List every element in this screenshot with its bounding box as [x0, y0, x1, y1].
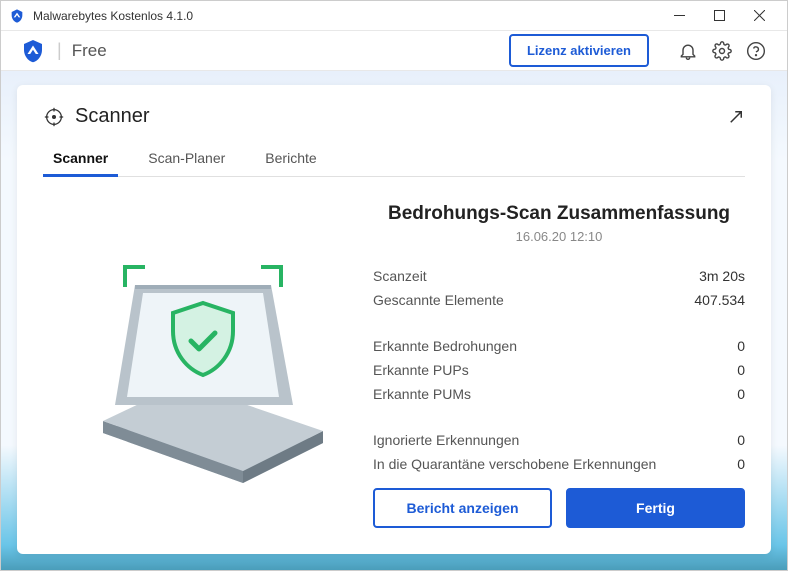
- stat-value: 0: [737, 386, 745, 402]
- stat-value: 0: [737, 432, 745, 448]
- summary-date: 16.06.20 12:10: [373, 229, 745, 244]
- stats-group-1: Scanzeit 3m 20s Gescannte Elemente 407.5…: [373, 264, 745, 312]
- stat-value: 0: [737, 362, 745, 378]
- card-content: Bedrohungs-Scan Zusammenfassung 16.06.20…: [43, 197, 745, 528]
- card-header: Scanner: [43, 105, 745, 128]
- tabs: Scanner Scan-Planer Berichte: [43, 142, 745, 177]
- stat-label: In die Quarantäne verschobene Erkennunge…: [373, 456, 656, 472]
- logo-icon: [21, 39, 45, 63]
- maximize-button[interactable]: [699, 1, 739, 31]
- settings-button[interactable]: [711, 40, 733, 62]
- tab-scan-planer[interactable]: Scan-Planer: [142, 142, 231, 176]
- scanner-card: Scanner Scanner Scan-Planer Berichte: [17, 85, 771, 554]
- app-icon: [9, 8, 25, 24]
- laptop-illustration: [43, 197, 343, 528]
- close-icon: [754, 10, 765, 21]
- header: | Free Lizenz aktivieren: [1, 31, 787, 71]
- stat-label: Erkannte PUPs: [373, 362, 469, 378]
- stat-value: 407.534: [694, 292, 745, 308]
- show-report-button[interactable]: Bericht anzeigen: [373, 488, 552, 528]
- stat-row-scanned-items: Gescannte Elemente 407.534: [373, 288, 745, 312]
- stat-row-pums: Erkannte PUMs 0: [373, 382, 745, 406]
- stat-label: Gescannte Elemente: [373, 292, 504, 308]
- stat-value: 0: [737, 338, 745, 354]
- maximize-icon: [714, 10, 725, 21]
- header-separator: |: [57, 40, 62, 61]
- action-buttons: Bericht anzeigen Fertig: [373, 488, 745, 528]
- stat-row-scantime: Scanzeit 3m 20s: [373, 264, 745, 288]
- card-title: Scanner: [75, 105, 727, 128]
- help-button[interactable]: [745, 40, 767, 62]
- minimize-icon: [674, 10, 685, 21]
- done-button[interactable]: Fertig: [566, 488, 745, 528]
- header-title: Free: [72, 41, 509, 61]
- stats-group-3: Ignorierte Erkennungen 0 In die Quarantä…: [373, 428, 745, 476]
- stat-value: 3m 20s: [699, 268, 745, 284]
- stat-label: Ignorierte Erkennungen: [373, 432, 519, 448]
- background-area: Scanner Scanner Scan-Planer Berichte: [1, 71, 787, 570]
- close-button[interactable]: [739, 1, 779, 31]
- stat-label: Erkannte PUMs: [373, 386, 471, 402]
- stat-row-ignored: Ignorierte Erkennungen 0: [373, 428, 745, 452]
- tab-berichte[interactable]: Berichte: [259, 142, 322, 176]
- stat-value: 0: [737, 456, 745, 472]
- titlebar-text: Malwarebytes Kostenlos 4.1.0: [33, 9, 659, 23]
- help-icon: [746, 41, 766, 61]
- notifications-button[interactable]: [677, 40, 699, 62]
- stat-label: Scanzeit: [373, 268, 427, 284]
- scanner-icon: [43, 106, 65, 128]
- stats-group-2: Erkannte Bedrohungen 0 Erkannte PUPs 0 E…: [373, 334, 745, 406]
- gear-icon: [712, 41, 732, 61]
- stat-row-threats: Erkannte Bedrohungen 0: [373, 334, 745, 358]
- scan-summary: Bedrohungs-Scan Zusammenfassung 16.06.20…: [373, 197, 745, 528]
- bell-icon: [678, 41, 698, 61]
- tab-scanner[interactable]: Scanner: [47, 142, 114, 176]
- activate-license-button[interactable]: Lizenz aktivieren: [509, 34, 649, 67]
- stat-row-pups: Erkannte PUPs 0: [373, 358, 745, 382]
- summary-title: Bedrohungs-Scan Zusammenfassung: [373, 203, 745, 225]
- stat-row-quarantined: In die Quarantäne verschobene Erkennunge…: [373, 452, 745, 476]
- collapse-icon[interactable]: [727, 108, 745, 126]
- stat-label: Erkannte Bedrohungen: [373, 338, 517, 354]
- minimize-button[interactable]: [659, 1, 699, 31]
- titlebar: Malwarebytes Kostenlos 4.1.0: [1, 1, 787, 31]
